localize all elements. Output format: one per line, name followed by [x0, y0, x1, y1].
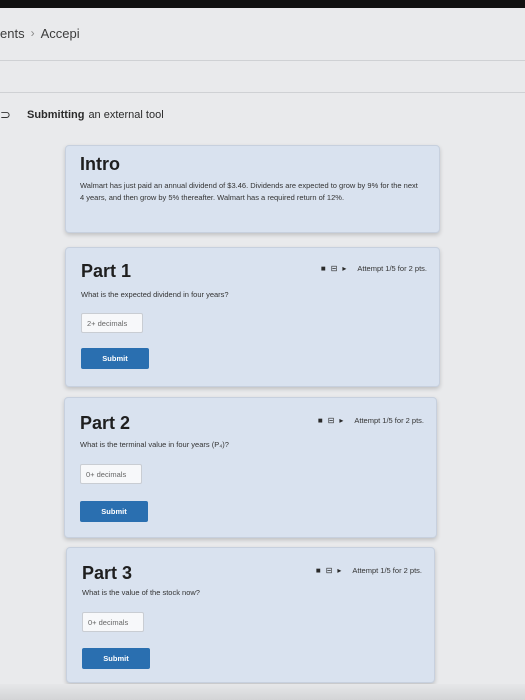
part-2-question: What is the terminal value in four years… — [80, 440, 229, 449]
tag-icon[interactable]: ■ — [316, 566, 321, 575]
part-1-tools: ■ ⊟ ▸ Attempt 1/5 for 2 pts. — [321, 264, 427, 273]
part-1-question: What is the expected dividend in four ye… — [81, 290, 229, 299]
flag-icon[interactable]: ▸ — [337, 566, 341, 575]
screen-bottom-edge — [0, 684, 525, 700]
part-3-answer-input[interactable] — [82, 612, 144, 632]
part-3-card: Part 3 ■ ⊟ ▸ Attempt 1/5 for 2 pts. What… — [66, 547, 435, 683]
part-3-question: What is the value of the stock now? — [82, 588, 200, 597]
part-3-attempt: Attempt 1/5 for 2 pts. — [352, 566, 422, 575]
header-divider-2 — [0, 92, 525, 93]
part-2-answer-input[interactable] — [80, 464, 142, 484]
intro-card: Intro Walmart has just paid an annual di… — [65, 145, 440, 233]
tag-icon[interactable]: ■ — [318, 416, 323, 425]
collapse-icon[interactable]: ⊃ — [0, 107, 11, 123]
flag-icon[interactable]: ▸ — [339, 416, 343, 425]
breadcrumb-item-assignments[interactable]: ents — [0, 26, 25, 41]
part-1-answer-input[interactable] — [81, 313, 143, 333]
intro-body: Walmart has just paid an annual dividend… — [80, 181, 418, 202]
part-3-submit-button[interactable]: Submit — [82, 648, 150, 669]
part-2-tools: ■ ⊟ ▸ Attempt 1/5 for 2 pts. — [318, 416, 424, 425]
tool-header-text: an external tool — [88, 109, 164, 121]
calculator-icon[interactable]: ⊟ — [328, 416, 335, 425]
calculator-icon[interactable]: ⊟ — [326, 566, 333, 575]
flag-icon[interactable]: ▸ — [342, 264, 346, 273]
breadcrumb: ents › Accepi — [0, 22, 80, 44]
calculator-icon[interactable]: ⊟ — [331, 264, 338, 273]
intro-title: Intro — [80, 154, 120, 174]
breadcrumb-item-current: Accepi — [40, 25, 80, 41]
part-2-card: Part 2 ■ ⊟ ▸ Attempt 1/5 for 2 pts. What… — [64, 397, 437, 538]
top-bar — [0, 0, 525, 8]
part-2-submit-button[interactable]: Submit — [80, 501, 148, 522]
part-1-attempt: Attempt 1/5 for 2 pts. — [357, 264, 427, 273]
part-1-title: Part 1 — [81, 261, 132, 281]
part-3-tools: ■ ⊟ ▸ Attempt 1/5 for 2 pts. — [316, 566, 422, 575]
tag-icon[interactable]: ■ — [321, 264, 326, 273]
part-2-attempt: Attempt 1/5 for 2 pts. — [354, 416, 424, 425]
tool-header: ⊃ Submitting an external tool — [0, 104, 164, 126]
tool-header-bold: Submitting — [27, 109, 85, 121]
breadcrumb-separator-icon: › — [30, 26, 35, 40]
part-2-title: Part 2 — [80, 413, 131, 433]
header-divider — [0, 60, 525, 61]
part-1-submit-button[interactable]: Submit — [81, 348, 149, 369]
part-3-title: Part 3 — [82, 563, 133, 583]
part-1-card: Part 1 ■ ⊟ ▸ Attempt 1/5 for 2 pts. What… — [65, 247, 440, 387]
